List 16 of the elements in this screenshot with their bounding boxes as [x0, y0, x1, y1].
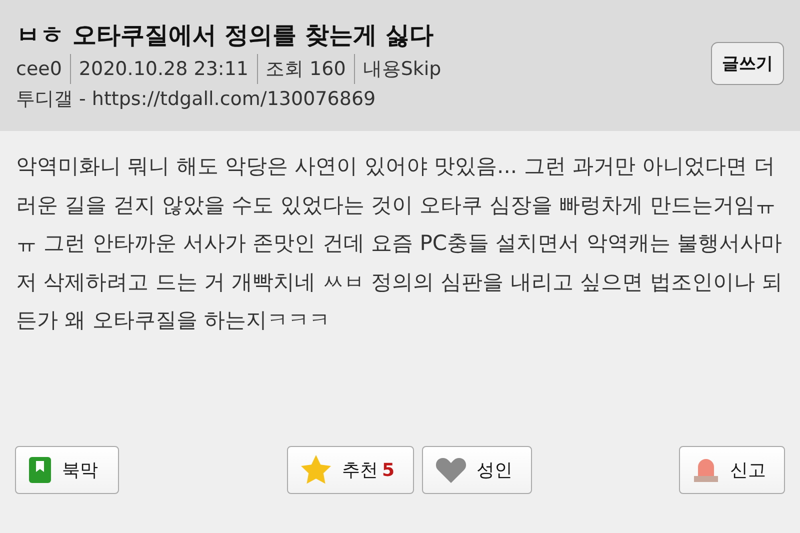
heart-icon: [434, 456, 467, 484]
adult-button[interactable]: 성인: [422, 446, 532, 494]
post-title: ㅂㅎ 오타쿠질에서 정의를 찾는게 싫다: [16, 20, 434, 51]
star-icon: [300, 454, 332, 486]
recommend-button[interactable]: 추천 5: [287, 446, 414, 494]
post-body: 악역미화니 뭐니 해도 악당은 사연이 있어야 맛있음... 그런 과거만 아니었다면 더러운 길을 걷지 않았을 수도 있었다는 것이 오타쿠 심장을 빠렁차게 만드는거임ㅠㅠ 그런 안타까운 서사가 존맛인 건데 요즘 PC충들 설치면서 악역캐는 불행서사마저 삭제하려고 드는 거 개빡치네 ㅆㅂ 정의의 심판을 내리고 싶으면 법조인이나 되든가 왜 오타쿠질을 하는지ㅋㅋㅋ: [15, 153, 784, 334]
bookmark-button[interactable]: 북막: [15, 446, 119, 494]
meta-text: 2020.10.28 23:11: [70, 54, 249, 84]
meta-text: cee0: [16, 57, 62, 82]
write-button[interactable]: 글쓰기: [711, 42, 784, 85]
report-button[interactable]: 신고: [679, 446, 785, 494]
source-link[interactable]: 투디갤 - https://tdgall.com/130076869: [16, 84, 442, 114]
meta-text: 조회 160: [256, 54, 346, 84]
siren-icon: [692, 456, 720, 484]
book-icon: [28, 456, 52, 484]
meta-text: 내용Skip: [354, 54, 442, 84]
